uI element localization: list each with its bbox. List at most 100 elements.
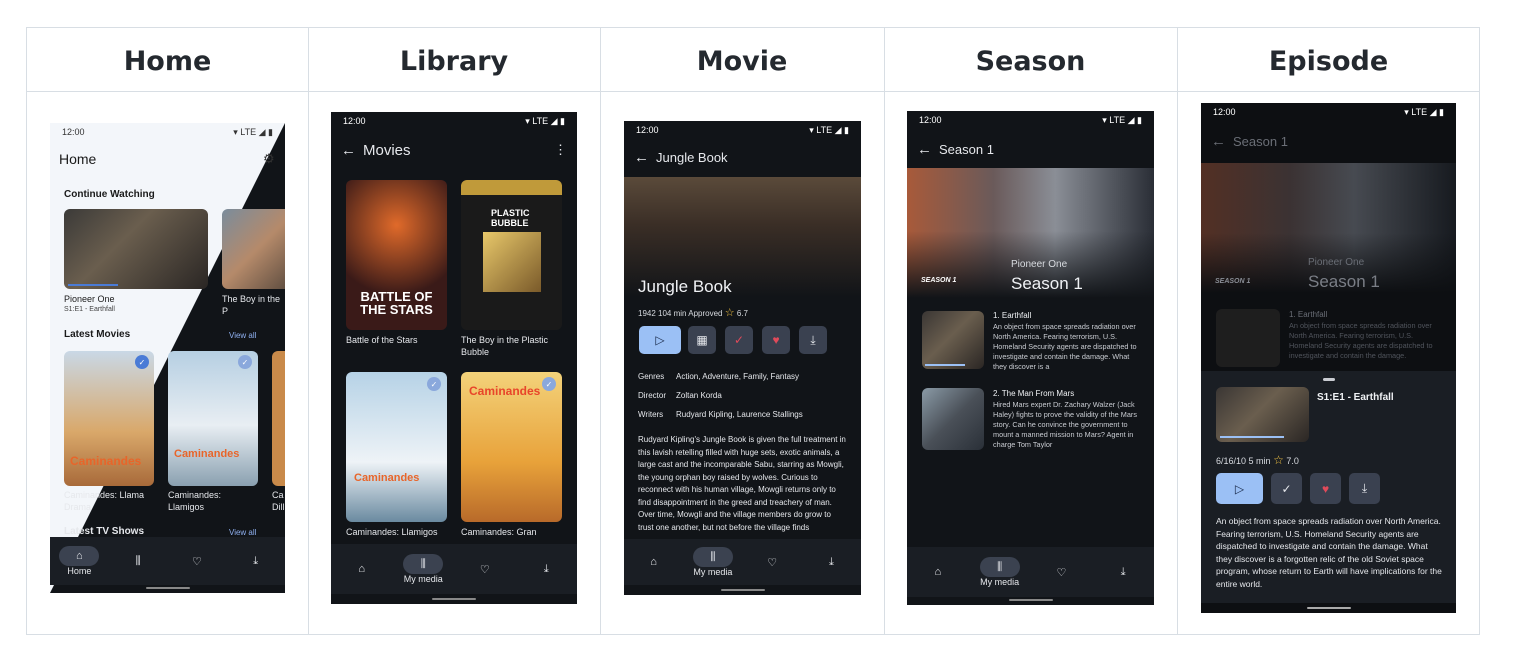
- season-name: Season 1: [1011, 274, 1083, 293]
- cw-card-2[interactable]: [222, 209, 285, 289]
- download-icon: ⤓: [810, 332, 816, 347]
- home-icon: ⌂: [934, 566, 942, 578]
- back-arrow-icon[interactable]: ←: [917, 141, 939, 158]
- download-icon: ⤓: [1120, 565, 1126, 578]
- bottom-nav: ⌂ Home ⫼ ♡ ⤓: [50, 537, 285, 585]
- home-icon: ⌂: [59, 546, 100, 566]
- movie-title-1: Caminandes: Llama Drama: [64, 490, 145, 512]
- favorite-button[interactable]: ♥: [1310, 473, 1341, 504]
- genres-row: Genres Action, Adventure, Family, Fantasy: [638, 372, 800, 381]
- nav-downloads[interactable]: ⤓: [231, 551, 281, 571]
- library-title-1: Battle of the Stars: [346, 335, 418, 345]
- watched-button[interactable]: ✓: [1271, 473, 1302, 504]
- library-title-2: The Boy in the Plastic Bubble: [461, 335, 549, 357]
- status-bar: 12:00 ▾ LTE ◢ ▮: [919, 114, 1142, 126]
- heart-icon: ♡: [767, 556, 778, 569]
- trailer-button[interactable]: ▦: [688, 326, 716, 354]
- status-bar: 12:00 ▾ LTE ◢ ▮: [62, 126, 273, 138]
- watched-button[interactable]: ✓: [725, 326, 753, 354]
- bg-episode-title: 1. Earthfall: [1289, 310, 1328, 319]
- nav-favorites[interactable]: ♡: [747, 552, 797, 572]
- episode-thumbnail[interactable]: [1216, 387, 1309, 442]
- episode-thumb-2[interactable]: [922, 388, 984, 450]
- nav-favorites[interactable]: ♡: [1036, 562, 1086, 582]
- nav-downloads[interactable]: ⤓: [521, 559, 571, 579]
- episode-desc-1: An object from space spreads radiation o…: [993, 322, 1137, 370]
- movie-card-1[interactable]: Caminandes: [64, 351, 154, 486]
- nav-favorites[interactable]: ♡: [172, 551, 222, 571]
- download-button[interactable]: ⤓: [1349, 473, 1380, 504]
- check-icon: ✓: [135, 355, 149, 369]
- nav-library[interactable]: ⫼ My media: [975, 557, 1025, 587]
- back-arrow-icon[interactable]: ←: [1211, 133, 1233, 150]
- download-icon: ⤓: [828, 555, 834, 568]
- episode-meta: 6/16/10 5 min ☆ 7.0: [1216, 453, 1299, 467]
- header-season: Season: [975, 46, 1086, 77]
- gesture-handle: [1306, 607, 1351, 609]
- movie-card-3[interactable]: [272, 351, 285, 486]
- bottom-nav: ⌂ ⫼ My media ♡ ⤓: [624, 539, 861, 585]
- nav-home[interactable]: ⌂: [913, 562, 963, 582]
- library-poster-1[interactable]: BATTLE OF THE STARS: [346, 180, 447, 330]
- episode-title-2: 2. The Man From Mars: [993, 389, 1075, 398]
- nav-library[interactable]: ⫼ My media: [398, 554, 448, 584]
- episode-title: S1:E1 - Earthfall: [1317, 392, 1394, 403]
- library-poster-2[interactable]: PLASTIC BUBBLE: [461, 180, 562, 330]
- nav-library[interactable]: ⫼: [113, 551, 163, 571]
- cw-title-2: The Boy in the P: [222, 294, 281, 316]
- season-name: Season 1: [1308, 272, 1380, 291]
- settings-icon[interactable]: ⚙: [263, 151, 275, 167]
- library-title: Movies: [363, 141, 411, 159]
- episode-overview: An object from space spreads radiation o…: [1216, 516, 1442, 589]
- view-all-tv[interactable]: View all: [229, 528, 256, 537]
- download-button[interactable]: ⤓: [799, 326, 827, 354]
- library-poster-4[interactable]: Caminandes: [461, 372, 562, 522]
- season-appbar-title: Season 1: [939, 141, 994, 157]
- home-icon: ⌂: [650, 556, 657, 568]
- library-screen: 12:00 ▾ LTE ◢ ▮ ← Movies ⋮ BATTLE OF THE…: [331, 112, 577, 604]
- library-icon: ⫼: [979, 557, 1020, 577]
- back-arrow-icon[interactable]: ←: [341, 142, 363, 159]
- home-icon: ⌂: [358, 563, 366, 575]
- more-icon[interactable]: ⋮: [554, 142, 567, 158]
- show-name: Pioneer One: [1308, 257, 1365, 268]
- cw-sub-1: S1:E1 - Earthfall: [64, 306, 115, 313]
- view-all-movies[interactable]: View all: [229, 331, 256, 340]
- nav-downloads[interactable]: ⤓: [806, 552, 856, 572]
- play-button[interactable]: ▷: [639, 326, 681, 354]
- header-library: Library: [399, 46, 509, 77]
- back-arrow-icon[interactable]: ←: [634, 149, 656, 166]
- episode-title-1: 1. Earthfall: [993, 311, 1032, 320]
- season-screen: 12:00 ▾ LTE ◢ ▮ ← Season 1 SEASON 1 Pion…: [907, 111, 1154, 605]
- library-poster-3[interactable]: Caminandes: [346, 372, 447, 522]
- library-icon: ⫼: [692, 547, 733, 567]
- cw-card-1[interactable]: [64, 209, 208, 289]
- episode-appbar-title: Season 1: [1233, 133, 1288, 149]
- writers-row: Writers Rudyard Kipling, Laurence Stallin…: [638, 410, 803, 419]
- sheet-drag-handle[interactable]: [1323, 378, 1335, 381]
- star-icon: ☆: [724, 307, 735, 319]
- status-bar: 12:00 ▾ LTE ◢ ▮: [636, 124, 849, 136]
- home-screen: 12:00 ▾ LTE ◢ ▮ Home ⚙ Continue Watching…: [50, 123, 285, 593]
- director-row: Director Zoltan Korda: [638, 391, 722, 400]
- nav-home[interactable]: ⌂ Home: [54, 546, 104, 576]
- play-button[interactable]: ▷: [1216, 473, 1263, 504]
- check-icon: ✓: [427, 377, 441, 391]
- nav-downloads[interactable]: ⤓: [1098, 562, 1148, 582]
- gesture-handle: [145, 587, 190, 589]
- check-icon: ✓: [1281, 481, 1292, 496]
- heart-icon: ♥: [1321, 481, 1330, 496]
- episode-thumb-1[interactable]: [922, 311, 984, 369]
- download-icon: ⤓: [253, 554, 259, 567]
- nav-home[interactable]: ⌂: [337, 559, 387, 579]
- nav-home[interactable]: ⌂: [629, 552, 679, 572]
- progress-bar: [1220, 436, 1284, 438]
- nav-favorites[interactable]: ♡: [460, 559, 510, 579]
- favorite-button[interactable]: ♥: [762, 326, 790, 354]
- nav-library[interactable]: ⫼ My media: [688, 547, 738, 577]
- show-name: Pioneer One: [1011, 259, 1068, 270]
- play-icon: ▷: [1234, 481, 1245, 496]
- movie-card-2[interactable]: Caminandes: [168, 351, 258, 486]
- movie-meta: 1942 104 min Approved ☆ 6.7: [638, 307, 748, 319]
- download-icon: ⤓: [1361, 481, 1368, 495]
